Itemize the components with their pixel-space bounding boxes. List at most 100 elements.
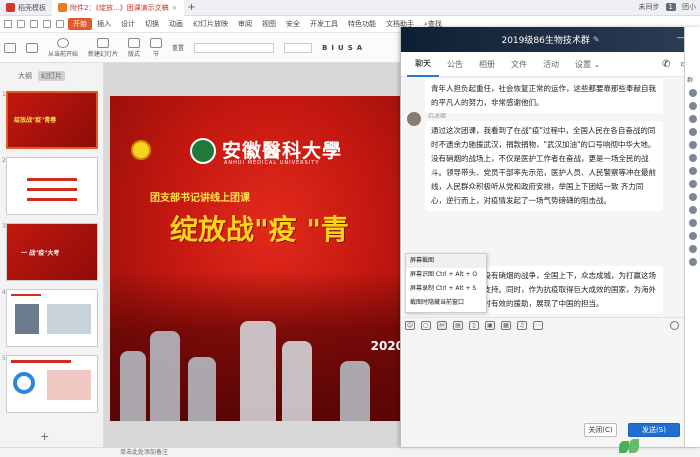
- member-avatar[interactable]: [689, 167, 697, 175]
- layout-button[interactable]: 版式: [128, 37, 141, 58]
- menu-item-screen-ocr[interactable]: 屏幕识图 Ctrl + Alt + O: [406, 268, 486, 282]
- user-name[interactable]: 团小: [682, 2, 696, 12]
- redo-icon[interactable]: [56, 20, 64, 28]
- thumbnail-text: 绽放战"疫"青春: [14, 117, 57, 124]
- paste-button[interactable]: [4, 42, 16, 53]
- menu-view[interactable]: 视图: [257, 16, 281, 33]
- menu-features[interactable]: 特色功能: [343, 16, 381, 33]
- format-painter-button[interactable]: [26, 42, 38, 53]
- section-button[interactable]: 节: [150, 37, 163, 58]
- more-icon[interactable]: ⋯: [533, 321, 543, 330]
- close-chat-button[interactable]: 关闭(C): [584, 423, 617, 437]
- tab-settings[interactable]: 设置 ⌄: [567, 52, 608, 77]
- play-label: 从当前开始: [48, 50, 79, 58]
- member-avatar[interactable]: [689, 89, 697, 97]
- slide-number: 3: [2, 223, 6, 230]
- menu-review[interactable]: 审阅: [233, 16, 257, 33]
- tab-announcement[interactable]: 公告: [439, 52, 471, 77]
- slide-thumbnail-5[interactable]: 5: [0, 353, 104, 419]
- menu-developer[interactable]: 开发工具: [305, 16, 343, 33]
- folder-icon[interactable]: ▤: [453, 321, 463, 330]
- menu-animation[interactable]: 动画: [164, 16, 188, 33]
- notes-bar[interactable]: 单击此处添加备注: [0, 447, 700, 457]
- member-avatar[interactable]: [689, 180, 697, 188]
- menu-security[interactable]: 安全: [281, 16, 305, 33]
- new-slide-button[interactable]: 新建幻灯片: [88, 37, 119, 58]
- menu-design[interactable]: 设计: [116, 16, 140, 33]
- member-avatar[interactable]: [689, 193, 697, 201]
- screenshot-icon[interactable]: ✂: [437, 321, 447, 330]
- send-button[interactable]: 发送(S): [628, 423, 680, 437]
- tab-album[interactable]: 相册: [471, 52, 503, 77]
- sync-status[interactable]: 未同步: [639, 2, 660, 12]
- menu-home[interactable]: 开始: [68, 18, 92, 30]
- menu-item-hide-window[interactable]: 截图时隐藏当前窗口: [406, 296, 486, 310]
- menu-transition[interactable]: 切换: [140, 16, 164, 33]
- member-avatar[interactable]: [689, 232, 697, 240]
- screen-share-icon[interactable]: ▦: [501, 321, 511, 330]
- reset-label: 重置: [172, 45, 185, 52]
- close-tab-icon[interactable]: ×: [172, 4, 178, 12]
- font-color-button[interactable]: A: [357, 44, 362, 52]
- voice-call-icon[interactable]: ✆: [662, 59, 670, 70]
- new-slide-label: 新建幻灯片: [88, 50, 119, 58]
- font-size-select[interactable]: [284, 42, 313, 53]
- member-avatar[interactable]: [689, 128, 697, 136]
- member-avatar[interactable]: [689, 219, 697, 227]
- slide-thumbnail-3[interactable]: 一 战"疫"大考 3: [0, 221, 104, 287]
- menu-item-screen-record[interactable]: 屏幕录制 Ctrl + Alt + S: [406, 282, 486, 296]
- tab-files[interactable]: 文件: [503, 52, 535, 77]
- tab-presentation[interactable]: 附件2：《绽放...》团课演示文稿 ×: [52, 0, 184, 16]
- menu-item-screenshot[interactable]: 屏幕截图: [406, 254, 486, 268]
- slide-thumbnail-4[interactable]: 4: [0, 287, 104, 353]
- menu-insert[interactable]: 插入: [92, 16, 116, 33]
- tab-chat[interactable]: 聊天: [407, 52, 439, 77]
- gif-icon[interactable]: ▢: [421, 321, 431, 330]
- slide-thumbnail-1[interactable]: 绽放战"疫"青春 1: [0, 89, 104, 155]
- member-avatar[interactable]: [689, 102, 697, 110]
- input-toolbar: ☺ ▢ ✂ ▤ ▯ ▣ ▦ ♫ ⋯: [401, 317, 700, 333]
- member-avatar[interactable]: [689, 245, 697, 253]
- font-family-select[interactable]: [194, 42, 275, 53]
- medical-worker-figure: [120, 351, 146, 421]
- image-icon[interactable]: ▣: [485, 321, 495, 330]
- print-icon[interactable]: [30, 20, 38, 28]
- menu-slideshow[interactable]: 幻灯片放映: [188, 16, 233, 33]
- member-avatar[interactable]: [689, 206, 697, 214]
- play-from-current-button[interactable]: 从当前开始: [48, 37, 79, 58]
- emoji-icon[interactable]: ☺: [405, 321, 415, 330]
- paste-icon: [4, 42, 16, 53]
- history-icon[interactable]: [670, 321, 679, 330]
- document-icon[interactable]: ▯: [469, 321, 479, 330]
- tab-docer-templates[interactable]: 稻壳模板: [0, 0, 52, 16]
- current-slide[interactable]: 安徽醫科大學 ANHUI MEDICAL UNIVERSITY 团支部书记讲线上…: [110, 96, 402, 421]
- add-slide-button[interactable]: +: [40, 430, 49, 443]
- member-avatar[interactable]: [689, 141, 697, 149]
- bold-button[interactable]: B: [322, 44, 327, 52]
- layout-label: 版式: [128, 50, 141, 58]
- reset-button[interactable]: 重置: [172, 43, 184, 52]
- section-label: 节: [153, 50, 160, 58]
- member-avatar[interactable]: [689, 258, 697, 266]
- chat-title-bar: 2019级86生物技术群 ✎ — ✕: [401, 27, 700, 52]
- member-avatar[interactable]: [689, 154, 697, 162]
- tab-outline[interactable]: 大纲: [18, 71, 32, 81]
- member-avatar[interactable]: [689, 115, 697, 123]
- notification-badge[interactable]: 1: [665, 3, 676, 11]
- tab-activities[interactable]: 活动: [535, 52, 567, 77]
- strikethrough-button[interactable]: S: [348, 44, 353, 52]
- avatar[interactable]: [407, 112, 421, 126]
- new-tab-button[interactable]: +: [184, 2, 200, 13]
- underline-button[interactable]: U: [338, 44, 344, 52]
- member-header: 群: [687, 77, 694, 84]
- message-input[interactable]: [401, 333, 700, 413]
- italic-button[interactable]: I: [331, 44, 334, 52]
- save-icon[interactable]: [17, 20, 25, 28]
- undo-icon[interactable]: [43, 20, 51, 28]
- medical-worker-figure: [340, 361, 370, 421]
- tab-slides[interactable]: 幻灯片: [38, 71, 65, 81]
- slide-thumbnail-2[interactable]: 2: [0, 155, 104, 221]
- edit-name-icon[interactable]: ✎: [593, 35, 600, 44]
- bell-icon[interactable]: ♫: [517, 321, 527, 330]
- menu-icon[interactable]: [4, 20, 12, 28]
